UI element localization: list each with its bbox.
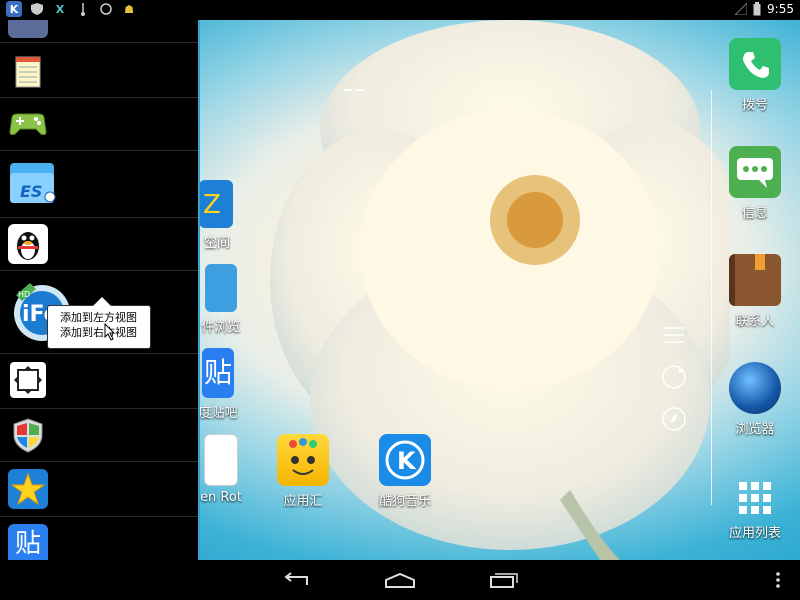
home-icon <box>385 572 415 588</box>
tieba-icon: 贴 <box>8 524 48 560</box>
refresh-icon[interactable] <box>660 363 688 391</box>
kugou-icon: K <box>379 434 431 486</box>
popup-arrow <box>93 297 111 306</box>
dock-label-phone: 拨号 <box>741 98 768 113</box>
appchina-icon <box>277 434 329 486</box>
star-app-icon <box>8 469 48 509</box>
shield-icon <box>29 1 45 17</box>
dock-divider <box>711 90 712 505</box>
overflow-menu-button[interactable] <box>758 568 798 592</box>
navigation-bar <box>0 560 800 600</box>
drawer-item-security[interactable] <box>0 409 198 462</box>
app-icon <box>8 20 48 38</box>
android-icon: ☗ <box>124 2 134 16</box>
dock-item-app-list[interactable]: 应用列表 <box>724 478 786 541</box>
gamepad-icon <box>9 113 47 136</box>
home-app-tieba[interactable]: 贴 度贴吧 <box>196 348 240 421</box>
drawer-item-screen-rotate[interactable] <box>0 354 198 409</box>
compass-icon[interactable] <box>660 405 688 433</box>
dock-label-contacts: 联系人 <box>735 314 775 329</box>
menu-lines-icon[interactable] <box>662 324 686 346</box>
svg-text:HD: HD <box>18 290 30 299</box>
drawer-item-es-file[interactable]: ES <box>0 151 198 218</box>
shield-windows-icon <box>13 418 43 453</box>
contacts-icon <box>729 254 781 306</box>
svg-text:ES: ES <box>20 182 42 201</box>
browser-icon <box>729 362 781 414</box>
home-label-es-file: 件浏览 <box>201 320 241 335</box>
recent-apps-icon <box>490 573 518 588</box>
dock-item-contacts[interactable]: 联系人 <box>726 254 784 329</box>
qq-penguin-icon <box>8 224 48 264</box>
dock-label-app-list: 应用列表 <box>728 526 781 541</box>
back-button[interactable] <box>276 568 316 592</box>
drawer-item-gamepad[interactable] <box>0 98 198 151</box>
xposed-icon: X <box>55 2 65 16</box>
battery-icon <box>753 2 761 16</box>
status-bar: K X ☗ 9:55 <box>0 0 800 20</box>
recent-apps-button[interactable] <box>484 568 524 592</box>
screen-rotate-home-icon <box>204 434 238 486</box>
home-label-tieba: 度贴吧 <box>198 406 238 421</box>
dock-label-messages: 信息 <box>741 206 768 221</box>
es-file-home-icon <box>205 264 237 312</box>
home-label-kugou: 酷狗音乐 <box>378 494 431 509</box>
page-indicator <box>344 76 368 91</box>
home-label-appchina: 应用汇 <box>283 494 323 509</box>
home-app-es-file[interactable]: 件浏览 <box>196 264 246 335</box>
overflow-menu-icon <box>776 572 780 588</box>
svg-text:K: K <box>397 447 417 475</box>
home-app-appchina[interactable]: 应用汇 <box>273 434 333 509</box>
drawer-item-qq[interactable] <box>0 218 198 271</box>
side-app-drawer[interactable]: ES iFe HD 贴 <box>0 20 200 560</box>
drawer-item-star[interactable] <box>0 462 198 517</box>
home-label-screen-rotate: en Rot <box>200 490 242 505</box>
home-button[interactable] <box>380 568 420 592</box>
home-app-screen-rotate[interactable]: en Rot <box>196 434 246 505</box>
status-time: 9:55 <box>767 2 794 16</box>
k-app-icon: K <box>6 1 22 17</box>
drawer-item-tieba[interactable]: 贴 <box>0 517 198 560</box>
home-label-qzone: 空间 <box>203 236 230 251</box>
back-icon <box>284 572 308 585</box>
es-file-icon: ES <box>10 163 56 203</box>
usb-icon <box>75 1 91 17</box>
signal-icon <box>735 3 748 15</box>
flower-wallpaper <box>270 20 730 560</box>
notepad-icon <box>15 56 41 88</box>
sync-icon <box>98 1 114 17</box>
messages-icon <box>729 146 781 198</box>
qzone-icon: Z <box>199 180 233 228</box>
phone-icon <box>729 38 781 90</box>
dock-item-browser[interactable]: 浏览器 <box>726 362 784 437</box>
drawer-item-0[interactable] <box>0 20 198 43</box>
add-to-view-popup[interactable]: 添加到左方视图 添加到右方视图 <box>47 297 151 349</box>
drawer-item-notepad[interactable] <box>0 43 198 98</box>
home-app-qzone[interactable]: Z 空间 <box>196 180 236 251</box>
mouse-cursor-icon <box>104 323 116 341</box>
dock-item-messages[interactable]: 信息 <box>726 146 784 221</box>
dock-label-browser: 浏览器 <box>735 422 775 437</box>
app-grid-icon <box>739 482 771 514</box>
dock-item-phone[interactable]: 拨号 <box>726 38 784 113</box>
screen-rotate-icon <box>10 362 46 398</box>
tieba-home-icon: 贴 <box>202 348 234 398</box>
home-app-kugou[interactable]: K 酷狗音乐 <box>372 434 438 509</box>
